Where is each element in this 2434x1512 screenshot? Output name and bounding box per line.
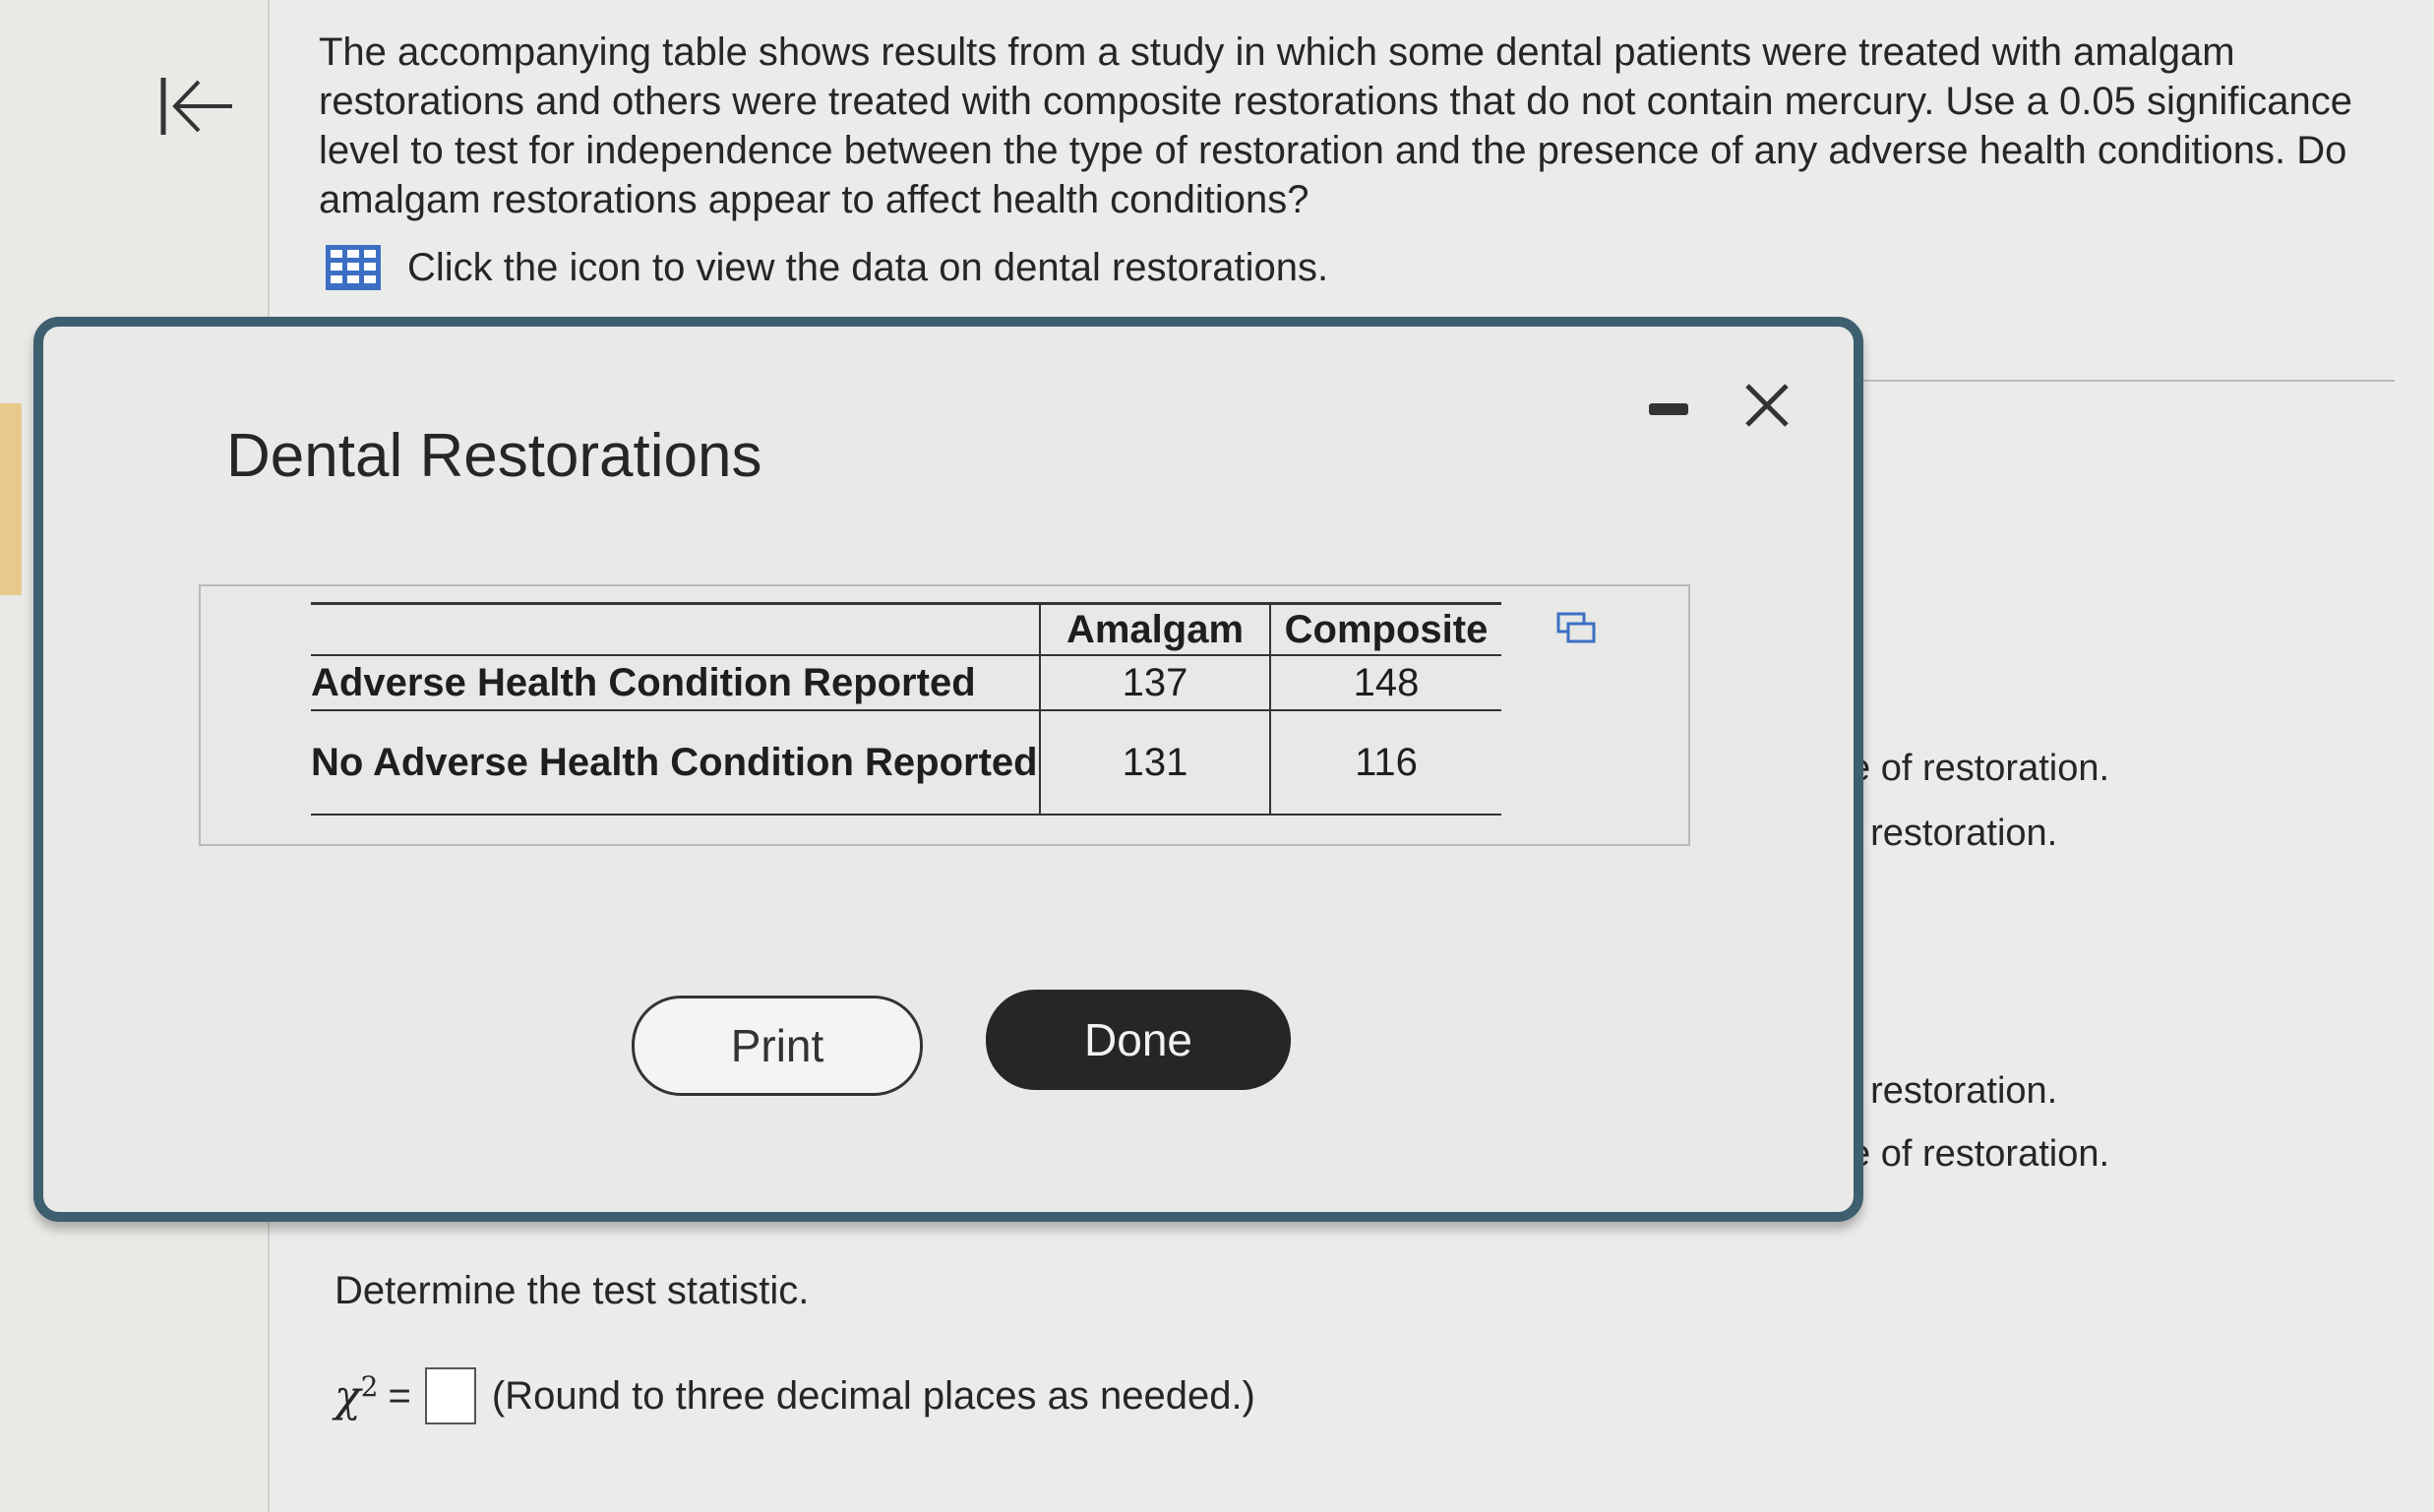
back-button[interactable]: [148, 57, 246, 155]
cell-no-adverse-amalgam: 131: [1039, 710, 1270, 816]
header-corner: [311, 602, 1040, 656]
copy-icon: [1556, 612, 1596, 643]
column-header-composite: Composite: [1269, 602, 1501, 656]
table-row: No Adverse Health Condition Reported 131…: [311, 710, 1501, 816]
close-button[interactable]: [1735, 374, 1798, 437]
table-frame: Amalgam Composite Adverse Health Conditi…: [199, 584, 1690, 846]
chi-square-answer-input[interactable]: [424, 1367, 476, 1424]
divider-line: [1850, 380, 2395, 382]
determine-prompt: Determine the test statistic.: [335, 1269, 810, 1312]
row-label-adverse: Adverse Health Condition Reported: [311, 655, 1040, 711]
data-link[interactable]: Click the icon to view the data on denta…: [325, 244, 1328, 291]
cell-adverse-amalgam: 137: [1039, 655, 1270, 711]
rail-accent: [0, 403, 22, 595]
peek-option-4: e of restoration.: [1850, 1133, 2110, 1175]
peek-option-3: f restoration.: [1850, 1070, 2058, 1112]
row-label-no-adverse: No Adverse Health Condition Reported: [311, 710, 1040, 816]
cell-no-adverse-composite: 116: [1269, 710, 1501, 816]
peek-option-1: e of restoration.: [1850, 748, 2110, 789]
chi-square-symbol: χ2: [335, 1369, 379, 1422]
back-arrow-icon: [160, 78, 232, 135]
data-table: Amalgam Composite Adverse Health Conditi…: [311, 602, 1501, 816]
cell-adverse-composite: 148: [1269, 655, 1501, 711]
dental-restorations-dialog: Dental Restorations Amalgam Composite Ad…: [33, 317, 1863, 1222]
table-row: Adverse Health Condition Reported 137 14…: [311, 655, 1501, 711]
minimize-button[interactable]: [1649, 401, 1694, 417]
column-header-amalgam: Amalgam: [1039, 602, 1270, 656]
done-button[interactable]: Done: [986, 990, 1291, 1090]
close-icon: [1745, 384, 1789, 427]
minimize-icon: [1649, 403, 1688, 415]
print-button[interactable]: Print: [632, 996, 923, 1096]
answer-section: Determine the test statistic. χ2 = (Roun…: [335, 1269, 1255, 1424]
table-header-row: Amalgam Composite: [311, 602, 1501, 656]
peek-option-2: f restoration.: [1850, 813, 2058, 854]
grid-table-icon[interactable]: [325, 244, 382, 291]
answer-row: χ2 = (Round to three decimal places as n…: [335, 1367, 1255, 1424]
copy-table-button[interactable]: [1556, 610, 1596, 645]
dialog-title: Dental Restorations: [226, 422, 762, 490]
data-link-text: Click the icon to view the data on denta…: [407, 245, 1329, 289]
equals-sign: =: [388, 1373, 411, 1418]
question-text: The accompanying table shows results fro…: [319, 30, 2352, 221]
round-note: (Round to three decimal places as needed…: [491, 1373, 1255, 1418]
